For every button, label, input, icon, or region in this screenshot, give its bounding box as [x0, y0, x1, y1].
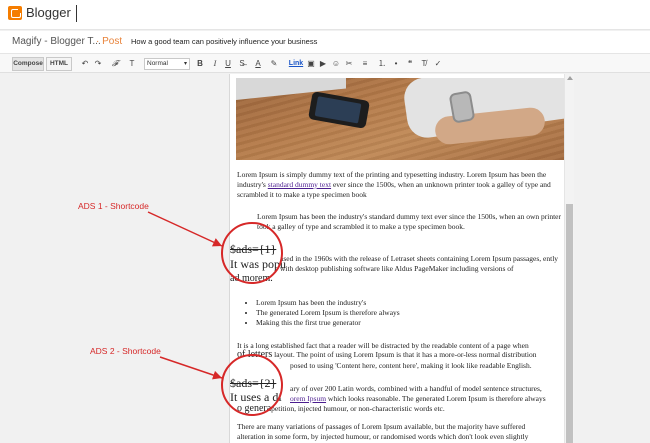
annotation-ads-1: ADS 1 - Shortcode — [78, 201, 149, 211]
dummy-text-link[interactable]: standard dummy text — [268, 180, 331, 189]
bold-icon[interactable]: B — [196, 58, 204, 70]
paragraph-5b: orem Ipsum which looks reasonable. The g… — [290, 394, 546, 403]
italic-icon[interactable]: I — [211, 58, 219, 70]
editor-area[interactable]: Lorem Ipsum is simply dummy text of the … — [229, 74, 574, 443]
paragraph-5c: o generapetition, injected humour, or no… — [237, 403, 445, 414]
emoji-icon[interactable]: ☺ — [331, 58, 341, 70]
strikethrough-icon[interactable]: S̶ — [238, 58, 246, 70]
paragraph-4c: posed to using 'Content here, content he… — [290, 361, 532, 370]
link-button[interactable]: Link — [288, 58, 304, 70]
paragraph-1: Lorem Ipsum is simply dummy text of the … — [237, 170, 551, 199]
editor-toolbar: Compose HTML ↶ ↷ 𝓕 T Normal ▾ B I U S̶ A… — [0, 53, 650, 73]
post-title-row: Magify - Blogger T... · Post — [0, 31, 650, 53]
paragraph-6a: There are many variations of passages of… — [237, 422, 526, 431]
blog-name[interactable]: Magify - Blogger T... — [12, 36, 101, 47]
paragraph-5a: ary of over 200 Latin words, combined wi… — [290, 384, 542, 393]
bullet-list-icon[interactable]: • — [391, 58, 401, 70]
clear-format-icon[interactable]: T̸ — [419, 58, 429, 70]
list-item: Making this the first true generator — [256, 318, 400, 328]
underline-icon[interactable]: U — [224, 58, 232, 70]
insert-video-icon[interactable]: ▶ — [318, 58, 328, 70]
quote-icon[interactable]: ❝ — [405, 58, 415, 70]
font-size-icon[interactable]: T — [126, 58, 138, 70]
font-family-icon[interactable]: 𝓕 — [109, 58, 121, 70]
post-image[interactable] — [236, 78, 565, 160]
list-item: Lorem Ipsum has been the industry's — [256, 298, 400, 308]
scroll-up-icon[interactable] — [567, 76, 573, 80]
lorem-ipsum-link[interactable]: orem Ipsum — [290, 394, 326, 403]
spellcheck-icon[interactable]: ✓ — [433, 58, 443, 70]
paragraph-2: Lorem Ipsum has been the industry's stan… — [257, 212, 561, 231]
post-title-input[interactable] — [129, 34, 644, 49]
bullet-list: Lorem Ipsum has been the industry's The … — [256, 298, 400, 328]
paragraph-6b: alteration in some form, by injected hum… — [237, 432, 529, 441]
annotation-ads-2: ADS 2 - Shortcode — [90, 346, 161, 356]
chevron-down-icon: ▾ — [183, 61, 187, 67]
insert-image-icon[interactable]: ▣ — [306, 58, 316, 70]
scrollbar-thumb[interactable] — [566, 204, 573, 443]
highlight-icon[interactable]: ✎ — [268, 58, 280, 70]
ads-shortcode-2: $ads={2} — [230, 376, 277, 390]
format-select[interactable]: Normal ▾ — [144, 58, 190, 70]
list-item: The generated Lorem Ipsum is therefore a… — [256, 308, 400, 318]
blogger-logo-icon[interactable] — [8, 6, 22, 20]
html-button[interactable]: HTML — [46, 57, 72, 71]
compose-button[interactable]: Compose — [12, 57, 44, 71]
text-color-icon[interactable]: A — [252, 58, 264, 70]
arrow-2 — [159, 356, 223, 380]
numbered-list-icon[interactable]: ⒈ — [377, 58, 387, 70]
paragraph-3: ased in the 1960s with the release of Le… — [280, 254, 559, 273]
arrow-1 — [147, 211, 223, 247]
editor-scrollbar[interactable] — [564, 74, 574, 443]
jump-break-icon[interactable]: ✂ — [344, 58, 354, 70]
post-label: · Post — [96, 36, 123, 47]
top-bar: Blogger — [0, 0, 650, 30]
format-select-value: Normal — [147, 60, 168, 67]
text-fragment-1: It was popu — [230, 257, 286, 271]
text-fragment-1b: ad morem. — [230, 273, 273, 284]
brand-name[interactable]: Blogger — [26, 5, 71, 20]
brand-divider — [76, 5, 77, 22]
undo-icon[interactable]: ↶ — [80, 58, 90, 70]
ads-shortcode-1: $ads={1} — [230, 242, 277, 256]
redo-icon[interactable]: ↷ — [93, 58, 103, 70]
align-icon[interactable]: ≡ — [360, 58, 370, 70]
paragraph-4b: of letters layout. The point of using Lo… — [237, 349, 537, 360]
